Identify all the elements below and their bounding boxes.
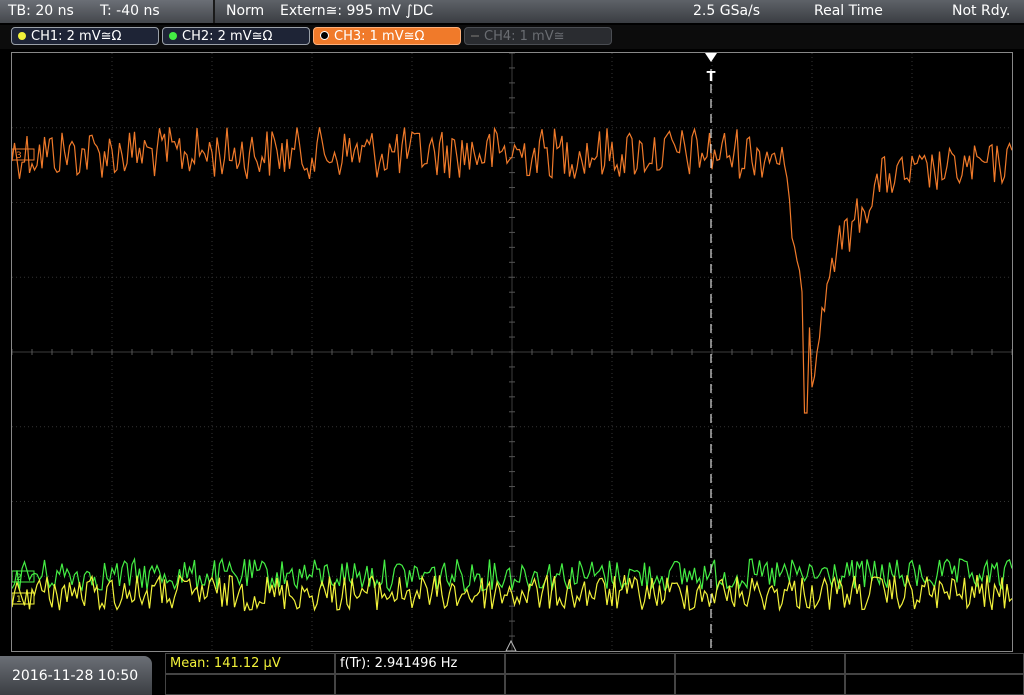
meas-cell-empty xyxy=(675,653,845,674)
freq-value: f(Tr): 2.941496 Hz xyxy=(340,656,458,671)
sample-rate-label: 2.5 GSa/s xyxy=(693,3,761,19)
mean-value: Mean: 141.12 µV xyxy=(170,656,281,671)
tab-ch4[interactable]: CH4: 1 mV≅ xyxy=(464,27,612,45)
tab-ch3[interactable]: CH3: 1 mV≅Ω xyxy=(313,27,461,45)
meas-cell-empty xyxy=(335,674,505,695)
meas-cell-mean: Mean: 141.12 µV xyxy=(165,653,335,674)
meas-cell-empty xyxy=(505,653,675,674)
svg-text:1: 1 xyxy=(16,595,22,605)
trigger-state-label: Not Rdy. xyxy=(952,3,1011,19)
waveform-display[interactable]: T 3 2 1 xyxy=(11,52,1013,652)
tab-ch2-label: CH2: 2 mV≅Ω xyxy=(182,29,273,44)
tab-ch2[interactable]: CH2: 2 mV≅Ω xyxy=(162,27,310,45)
ch4-dash-icon xyxy=(471,35,479,37)
tab-ch3-label: CH3: 1 mV≅Ω xyxy=(334,29,425,44)
meas-cell-empty xyxy=(165,674,335,695)
tab-ch1-label: CH1: 2 mV≅Ω xyxy=(31,29,122,44)
datetime-label: 2016-11-28 10:50 xyxy=(12,668,139,684)
acquisition-mode-label: Real Time xyxy=(814,3,883,19)
trigger-marker-label: T xyxy=(707,70,716,85)
meas-cell-freq: f(Tr): 2.941496 Hz xyxy=(335,653,505,674)
trigger-offset-label: T: -40 ns xyxy=(100,3,160,19)
measurement-table[interactable]: Mean: 141.12 µV f(Tr): 2.941496 Hz xyxy=(165,653,1024,695)
datetime-box: 2016-11-28 10:50 xyxy=(0,656,152,695)
waveform-svg: T 3 2 1 xyxy=(11,52,1013,652)
svg-text:2: 2 xyxy=(16,573,22,583)
tab-ch4-label: CH4: 1 mV≅ xyxy=(484,29,565,44)
meas-cell-empty xyxy=(845,653,1024,674)
meas-cell-empty xyxy=(505,674,675,695)
ch2-dot-icon xyxy=(169,32,177,40)
status-bar: TB: 20 ns T: -40 ns Norm Extern≅: 995 mV… xyxy=(0,0,1024,23)
tab-ch1[interactable]: CH1: 2 mV≅Ω xyxy=(11,27,159,45)
ch1-dot-icon xyxy=(18,32,26,40)
timebase-label: TB: 20 ns xyxy=(8,3,74,19)
trigger-mode-label[interactable]: Norm xyxy=(226,0,264,23)
timebase-box[interactable]: TB: 20 ns T: -40 ns xyxy=(0,0,215,23)
svg-text:3: 3 xyxy=(16,151,22,161)
trigger-source-label[interactable]: Extern≅: 995 mV ∫DC xyxy=(280,0,433,23)
channel-tabs: CH1: 2 mV≅Ω CH2: 2 mV≅Ω CH3: 1 mV≅Ω CH4:… xyxy=(0,25,1024,49)
ch3-offset-marker[interactable]: 3 xyxy=(11,148,35,161)
center-marker-icon xyxy=(505,639,517,652)
meas-cell-empty xyxy=(675,674,845,695)
ch3-dot-icon xyxy=(320,31,329,40)
meas-cell-empty xyxy=(845,674,1024,695)
